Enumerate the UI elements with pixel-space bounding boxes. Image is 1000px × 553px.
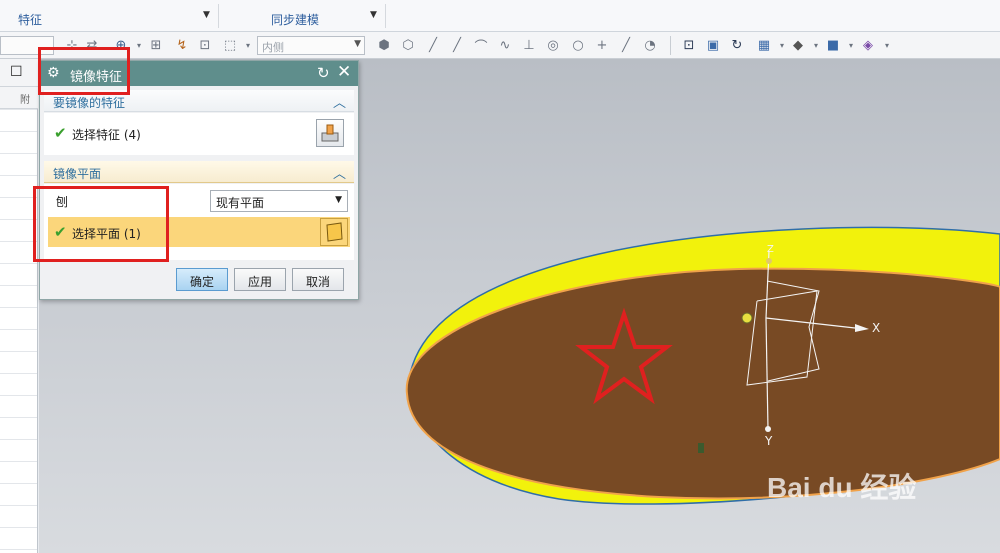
plane-type-select[interactable]: 现有平面 ▼ [210,190,348,212]
cancel-button[interactable]: 取消 [292,268,344,291]
layout-icon[interactable]: ▦ [756,37,772,53]
chevron-down-icon[interactable]: ▾ [774,37,790,53]
chevron-down-icon[interactable]: ▾ [843,37,859,53]
shaded-cube-icon[interactable]: ■ [825,37,841,53]
features-section-body: ✔ 选择特征 (4) [44,113,354,155]
circle-icon[interactable]: ◎ [545,37,561,53]
part-navigator[interactable]: ☐ 附 [0,59,38,553]
circle-icon[interactable]: ○ [570,37,586,53]
line-icon[interactable]: ╱ [449,37,465,53]
divider [670,36,671,55]
chevron-down-icon: ▼ [335,195,342,205]
plane-type-value: 现有平面 [216,196,265,210]
side-combo[interactable]: 内侧 ▼ [257,36,365,55]
section-title: 镜像平面 [53,167,102,181]
ribbon-group-feature[interactable]: 特征 ▼ [0,0,217,32]
reset-icon[interactable]: ↻ [317,64,330,82]
rotate-icon[interactable]: ↻ [729,37,745,53]
render-style-icon[interactable]: ◆ [790,37,806,53]
fit-view-icon[interactable]: ⊡ [681,37,697,53]
plane-section-header[interactable]: 镜像平面 ︿ [44,161,354,183]
box-icon[interactable]: ⬢ [376,37,392,53]
line-icon[interactable]: ╱ [425,37,441,53]
ok-button[interactable]: 确定 [176,268,228,291]
select-icon[interactable]: ⬚ [222,37,238,53]
chevron-down-icon: ▼ [354,39,361,49]
curve-icon[interactable]: ↯ [174,37,190,53]
spline-icon[interactable]: ∿ [497,37,513,53]
chevron-down-icon[interactable]: ▼ [370,10,377,20]
chevron-up-icon[interactable]: ︿ [333,92,346,111]
plane-highlight-frame [33,186,169,262]
ribbon-group-bar: 特征 ▼ 同步建模 ▼ [0,0,1000,32]
arc-icon[interactable]: ⌒ [473,37,489,55]
select-box-icon[interactable]: ⊡ [197,37,213,53]
checkbox-icon[interactable]: ☐ [10,64,23,80]
column-header-label: 附 [20,95,30,106]
cross-icon[interactable]: + [594,37,610,53]
section-title: 要镜像的特征 [53,96,126,110]
point-marker [698,443,704,453]
grid-snap-icon[interactable]: ⊞ [148,37,164,53]
ribbon-group-label: 同步建模 [271,13,320,27]
chevron-down-icon[interactable]: ▾ [240,37,256,53]
navigator-column-header: 附 [0,87,38,109]
x-axis-label: X [872,321,880,335]
watermark: Bai du 经验 [767,471,916,503]
side-combo-value: 内侧 [262,41,284,54]
appearance-icon[interactable]: ◈ [860,37,876,53]
chevron-down-icon[interactable]: ▾ [808,37,824,53]
z-axis-label: Z [767,244,774,255]
line-icon[interactable]: ╱ [618,37,634,53]
select-feature-button[interactable] [316,119,344,147]
ribbon-group-label: 特征 [18,13,43,27]
feature-icon[interactable]: ◔ [642,37,658,53]
ribbon-group-sync-modeling[interactable]: 同步建模 ▼ [219,0,384,32]
divider [385,4,386,28]
mirror-feature-dialog: ⚙ 镜像特征 ↻ ✕ 要镜像的特征 ︿ ✔ 选择特征 (4) 镜像平面 ︿ 刨 … [39,60,359,300]
close-icon[interactable]: ✕ [337,62,351,82]
plane-pick-icon [326,222,343,242]
feature-pick-icon [321,124,339,142]
check-icon: ✔ [54,124,67,142]
zoom-window-icon[interactable]: ▣ [705,37,721,53]
chevron-down-icon[interactable]: ▾ [131,37,147,53]
toolbar: ⊹ ⇄ ⊕ ▾ ⊞ ↯ ⊡ ⬚ ▾ 内侧 ▼ ⬢ ⬡ ╱ ╱ ⌒ ∿ ⊥ ◎ ○… [0,32,1000,59]
y-axis-label: Y [764,434,773,448]
apply-button[interactable]: 应用 [234,268,286,291]
axis-icon[interactable]: ⊥ [521,37,537,53]
chevron-up-icon[interactable]: ︿ [333,163,346,182]
title-highlight-frame [38,47,130,95]
select-feature-label[interactable]: 选择特征 (4) [72,126,141,143]
cube-icon[interactable]: ⬡ [400,37,416,53]
chevron-down-icon[interactable]: ▼ [203,10,210,20]
chevron-down-icon[interactable]: ▾ [879,37,895,53]
select-plane-button[interactable] [320,218,348,246]
navigator-header: ☐ [0,59,38,87]
